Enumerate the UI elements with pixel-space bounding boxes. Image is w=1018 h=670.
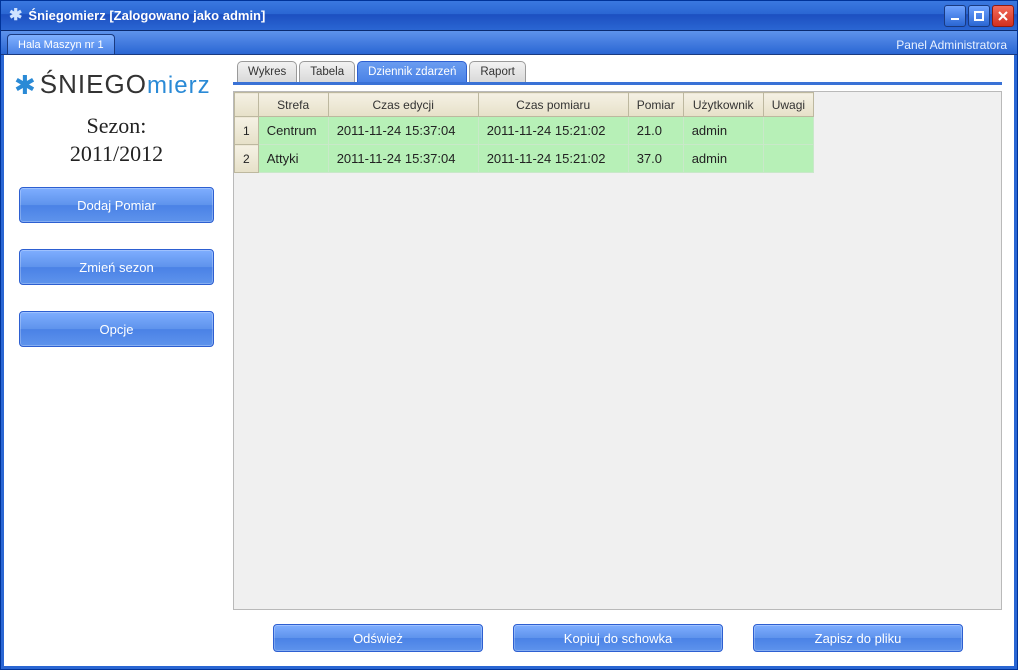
tab-label: Dziennik zdarzeń (368, 66, 456, 78)
col-uwagi[interactable]: Uwagi (763, 93, 813, 117)
copy-clipboard-button[interactable]: Kopiuj do schowka (513, 624, 723, 652)
change-season-button[interactable]: Zmień sezon (19, 249, 214, 285)
season-label: Sezon: (14, 112, 219, 140)
inner-tabs: Wykres Tabela Dziennik zdarzeń Raport (233, 61, 1002, 85)
tab-raport[interactable]: Raport (469, 61, 526, 82)
cell-uzytkownik: admin (683, 145, 763, 173)
cell-pomiar: 37.0 (628, 145, 683, 173)
tab-label: Tabela (310, 66, 344, 78)
col-czas-pomiaru[interactable]: Czas pomiaru (478, 93, 628, 117)
tab-tabela[interactable]: Tabela (299, 61, 355, 82)
snowflake-icon: ✱ (14, 72, 36, 98)
table-row[interactable]: 1Centrum2011-11-24 15:37:042011-11-24 15… (235, 117, 814, 145)
cell-czas-pomiaru: 2011-11-24 15:21:02 (478, 117, 628, 145)
app-icon: ✱ (9, 8, 22, 24)
cell-czas-edycji: 2011-11-24 15:37:04 (328, 145, 478, 173)
table-row[interactable]: 2Attyki2011-11-24 15:37:042011-11-24 15:… (235, 145, 814, 173)
cell-uwagi (763, 145, 813, 173)
cell-czas-pomiaru: 2011-11-24 15:21:02 (478, 145, 628, 173)
logo-text-1: ŚNIEGO (40, 69, 147, 99)
logo-text-2: mierz (147, 72, 211, 99)
cell-strefa: Centrum (258, 117, 328, 145)
tab-wykres[interactable]: Wykres (237, 61, 297, 82)
window-controls (944, 5, 1014, 27)
tab-dziennik[interactable]: Dziennik zdarzeń (357, 61, 467, 82)
minimize-button[interactable] (944, 5, 966, 27)
page-tab-hall[interactable]: Hala Maszyn nr 1 (7, 34, 115, 54)
cell-uwagi (763, 117, 813, 145)
grid-table: Strefa Czas edycji Czas pomiaru Pomiar U… (234, 92, 814, 173)
col-uzytkownik[interactable]: Użytkownik (683, 93, 763, 117)
admin-panel-label: Panel Administratora (896, 38, 1007, 52)
content-area: Wykres Tabela Dziennik zdarzeń Raport St… (229, 55, 1014, 666)
tab-label: Raport (480, 66, 515, 78)
event-log-grid[interactable]: Strefa Czas edycji Czas pomiaru Pomiar U… (233, 91, 1002, 610)
col-rownum[interactable] (235, 93, 259, 117)
sidebar: ✱ ŚNIEGOmierz Sezon: 2011/2012 Dodaj Pom… (4, 55, 229, 666)
options-button[interactable]: Opcje (19, 311, 214, 347)
season-heading: Sezon: 2011/2012 (14, 112, 219, 167)
admin-panel-link[interactable]: Panel Administratora (892, 36, 1011, 54)
save-file-button[interactable]: Zapisz do pliku (753, 624, 963, 652)
main-area: ✱ ŚNIEGOmierz Sezon: 2011/2012 Dodaj Pom… (1, 55, 1017, 669)
cell-rownum: 1 (235, 117, 259, 145)
tab-label: Wykres (248, 66, 286, 78)
cell-czas-edycji: 2011-11-24 15:37:04 (328, 117, 478, 145)
page-tab-bar: Hala Maszyn nr 1 Panel Administratora (1, 31, 1017, 55)
col-czas-edycji[interactable]: Czas edycji (328, 93, 478, 117)
refresh-button[interactable]: Odśwież (273, 624, 483, 652)
cell-uzytkownik: admin (683, 117, 763, 145)
page-tab-label: Hala Maszyn nr 1 (18, 39, 104, 51)
cell-pomiar: 21.0 (628, 117, 683, 145)
app-logo: ✱ ŚNIEGOmierz (14, 63, 219, 104)
col-pomiar[interactable]: Pomiar (628, 93, 683, 117)
bottom-toolbar: Odśwież Kopiuj do schowka Zapisz do plik… (233, 610, 1002, 656)
cell-strefa: Attyki (258, 145, 328, 173)
col-strefa[interactable]: Strefa (258, 93, 328, 117)
add-measurement-button[interactable]: Dodaj Pomiar (19, 187, 214, 223)
close-button[interactable] (992, 5, 1014, 27)
window-title: Śniegomierz [Zalogowano jako admin] (28, 8, 265, 23)
season-value: 2011/2012 (14, 140, 219, 168)
cell-rownum: 2 (235, 145, 259, 173)
maximize-button[interactable] (968, 5, 990, 27)
titlebar: ✱ Śniegomierz [Zalogowano jako admin] (1, 1, 1017, 31)
